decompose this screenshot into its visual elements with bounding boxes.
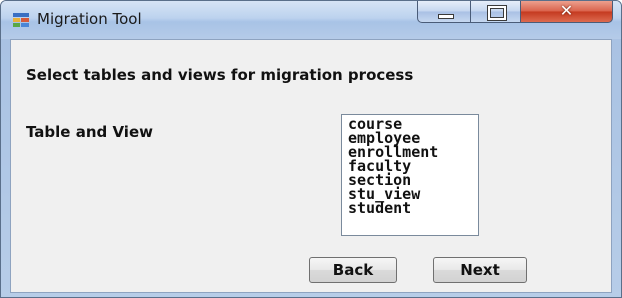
caption-buttons: ✕: [417, 1, 615, 25]
title-bar[interactable]: Migration Tool ✕: [1, 1, 621, 39]
maximize-icon: [488, 6, 506, 20]
page-heading: Select tables and views for migration pr…: [26, 66, 414, 84]
list-item[interactable]: student: [348, 201, 478, 216]
close-button[interactable]: ✕: [521, 1, 613, 23]
minimize-button[interactable]: [417, 1, 471, 23]
table-view-listbox[interactable]: course employee enrollment faculty secti…: [341, 114, 479, 236]
next-button[interactable]: Next: [433, 257, 527, 283]
app-window-icon: [13, 13, 29, 27]
table-and-view-label: Table and View: [26, 123, 153, 141]
back-button[interactable]: Back: [309, 257, 397, 283]
close-icon: ✕: [559, 1, 574, 20]
window-title: Migration Tool: [37, 10, 142, 28]
maximize-button[interactable]: [471, 1, 521, 23]
migration-tool-window: Migration Tool ✕ Select tables and views…: [0, 0, 622, 298]
minimize-icon: [438, 14, 454, 19]
client-area: Select tables and views for migration pr…: [10, 39, 612, 293]
